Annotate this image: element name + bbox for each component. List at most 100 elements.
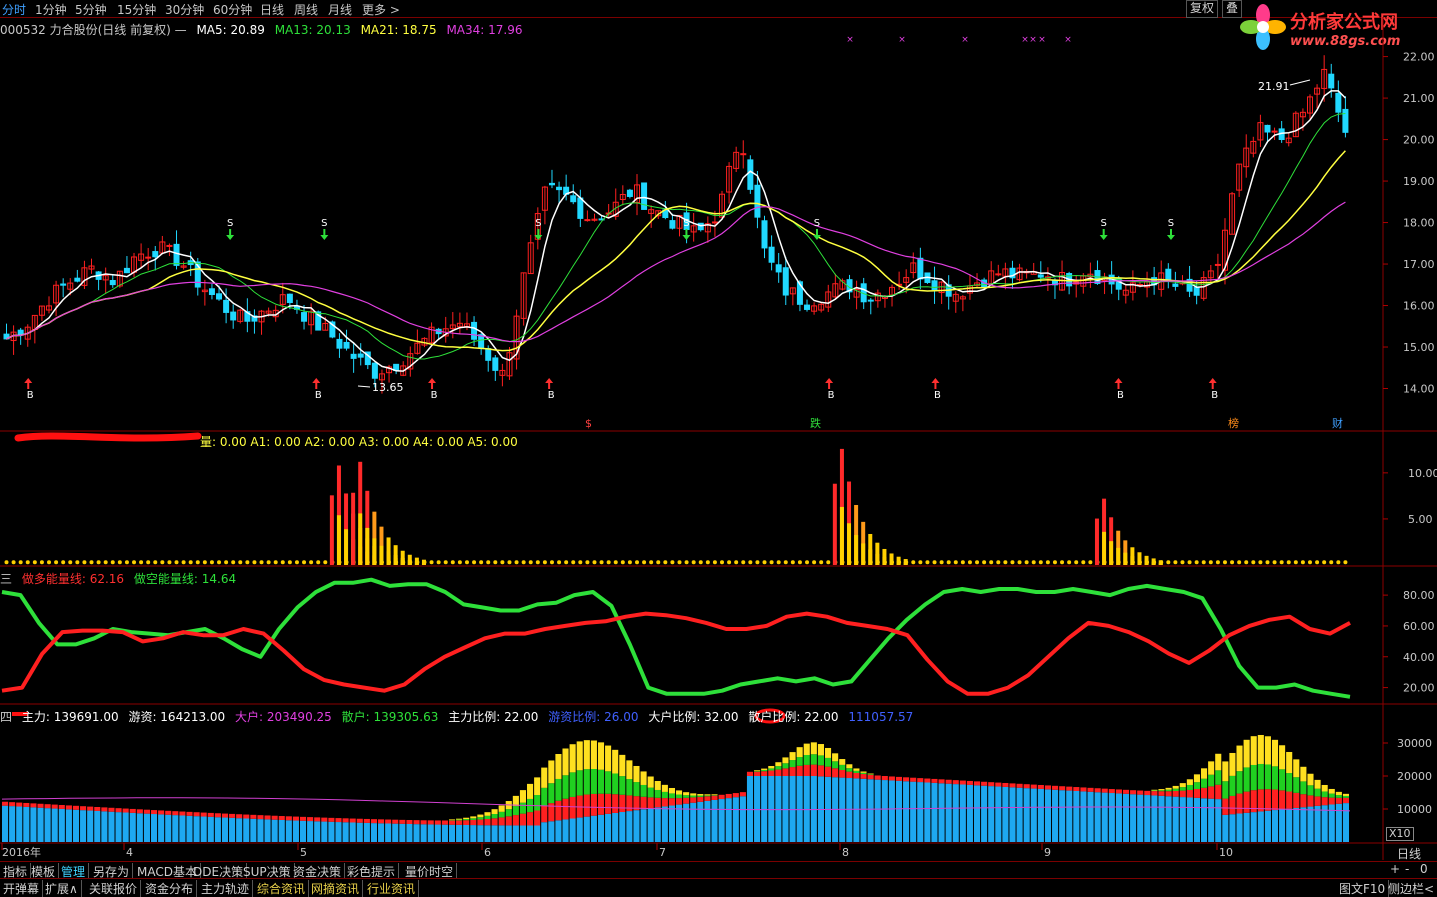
panel-index: 四	[0, 710, 13, 724]
spike-bar-base	[386, 551, 391, 565]
energy-tick-label: 60.00	[1403, 620, 1435, 633]
candle-body	[492, 357, 499, 371]
indicator-toolbar: 指标 模板 管理 另存为 MACD基本 DDE决策 SUP决策 资金决策 彩色提示 量价时空	[0, 861, 1437, 880]
bear-energy-value: 做空能量线: 14.64	[133, 572, 237, 586]
youzi-bar	[534, 795, 541, 811]
sanhu-bar	[399, 823, 406, 842]
baseline-dot	[698, 560, 703, 565]
sidebar-toggle-button[interactable]: 侧边栏<	[1385, 880, 1437, 897]
dahu-bar	[342, 818, 349, 823]
candle-body	[343, 341, 350, 349]
ma5-line	[6, 90, 1346, 372]
sell-marker: S	[227, 218, 233, 229]
sanhu-bar	[87, 810, 94, 842]
sanhu-bar	[1144, 795, 1151, 842]
youzi-bar	[1151, 790, 1158, 792]
baseline-dot	[1258, 560, 1263, 565]
sanhu-bar	[257, 819, 264, 842]
spike-bar	[351, 492, 356, 565]
youzi-bar	[505, 809, 512, 817]
dahu-bar	[292, 816, 299, 821]
pause-button[interactable]: 0	[1420, 862, 1428, 876]
dahu-bar	[1300, 794, 1307, 808]
sanhu-bar	[555, 820, 562, 842]
info-tab-4[interactable]: 主力轨迹	[198, 880, 254, 897]
sanhu-bar	[1293, 807, 1300, 842]
sanhu-bar	[1023, 788, 1030, 842]
dahu-bar	[491, 818, 498, 826]
dahu-bar	[378, 819, 385, 824]
dahu-bar	[1279, 790, 1286, 810]
dahu-bar	[193, 812, 200, 817]
info-tab-3[interactable]: 资金分布	[142, 880, 198, 897]
sanhu-bar	[1122, 793, 1130, 842]
sanhu-bar	[597, 814, 605, 842]
baseline-dot	[1052, 560, 1057, 565]
candle-body	[747, 159, 754, 190]
baseline-dot	[1201, 560, 1206, 565]
candle-body	[548, 182, 555, 186]
capital-tick-label: 20000	[1397, 770, 1432, 783]
dahu-bar	[725, 793, 732, 799]
baseline-dot	[571, 560, 576, 565]
candle-body	[711, 221, 718, 224]
signal-mark-icon: ×	[1021, 35, 1029, 45]
sanhu-bar	[1193, 797, 1201, 842]
baseline-dot	[1251, 560, 1256, 565]
dahu-bar	[370, 819, 378, 824]
baseline-dot	[1208, 560, 1213, 565]
zhuli-bar	[534, 777, 541, 796]
youzi-bar	[541, 787, 548, 806]
dahu-bar	[271, 815, 278, 820]
sanhu-bar	[661, 806, 668, 842]
f10-button[interactable]: 图文F10	[1336, 880, 1390, 897]
dahu-bar	[1059, 786, 1066, 791]
signal-mark-icon: ×	[898, 35, 906, 45]
signal-mark-icon: ×	[1038, 35, 1046, 45]
dahu-bar	[2, 801, 9, 806]
dahu-bar	[1108, 789, 1115, 794]
baseline-dot	[528, 560, 533, 565]
info-tab-2[interactable]: 关联报价	[86, 880, 142, 897]
baseline-dot	[1215, 560, 1220, 565]
baseline-dot	[18, 560, 23, 565]
info-tab-6[interactable]: 网摘资讯	[308, 880, 364, 897]
youzi-bar	[519, 802, 527, 814]
dahu-bar	[590, 793, 597, 816]
baseline-dot	[1237, 560, 1242, 565]
youzi-bar	[1321, 791, 1328, 798]
baseline-dot	[1060, 560, 1065, 565]
zhuli-bar	[1186, 779, 1193, 785]
spike-bar	[832, 483, 837, 565]
info-tab-5[interactable]: 综合资讯	[254, 880, 310, 897]
zhuli-bar	[1286, 751, 1293, 774]
dahu-bar	[881, 776, 888, 781]
youzi-bar	[583, 769, 590, 795]
zoom-in-button[interactable]: +	[1390, 862, 1400, 876]
youzi-bar	[1193, 782, 1201, 790]
baseline-dot	[599, 560, 604, 565]
baseline-dot	[627, 560, 632, 565]
dahu-bar	[1009, 783, 1016, 788]
sanhu-bar	[2, 805, 9, 842]
sell-arrow-icon	[1099, 229, 1108, 240]
baseline-dot	[684, 560, 689, 565]
dahu-bar	[278, 816, 285, 820]
baseline-dot	[436, 560, 441, 565]
baseline-dot	[302, 560, 307, 565]
zhuli-bar	[1193, 774, 1201, 783]
zhuli-bar	[1293, 759, 1300, 778]
dahu-bar	[626, 795, 633, 812]
info-tab-0[interactable]: 开弹幕	[0, 880, 44, 897]
ma21-value: MA21: 18.75	[360, 23, 437, 37]
dahu-bar	[512, 815, 519, 826]
info-tab-7[interactable]: 行业资讯	[364, 880, 420, 897]
dahu-bar	[874, 775, 881, 780]
zoom-out-button[interactable]: -	[1405, 862, 1409, 876]
price-tick-label: 21.00	[1403, 92, 1435, 105]
youzi-bar	[796, 757, 803, 766]
info-tab-1[interactable]: 扩展∧	[42, 880, 82, 897]
baseline-dot	[82, 560, 87, 565]
youzi-bar	[1314, 788, 1321, 797]
date-tick-label: 9	[1044, 846, 1051, 859]
